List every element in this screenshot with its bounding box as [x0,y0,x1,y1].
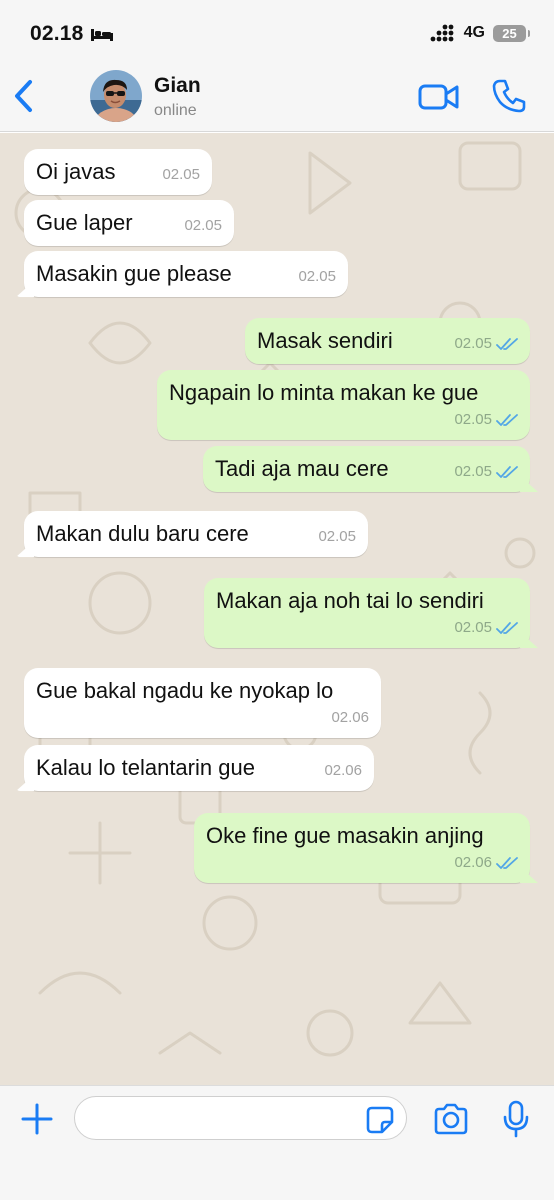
chevron-left-icon [15,80,32,112]
message-time: 02.05 [454,335,492,352]
message-input[interactable] [74,1096,407,1140]
message-meta: 02.05 [454,406,518,434]
message-meta: 02.05 [454,458,518,486]
status-time: 02.18 [30,22,84,45]
message-meta: 02.06 [454,849,518,877]
message-time: 02.05 [162,166,200,183]
message-meta: 02.05 [318,523,356,551]
signal-strength-icon [430,24,454,42]
contact-status: online [154,102,197,119]
camera-icon [434,1103,468,1135]
message-time: 02.05 [454,411,492,428]
message-time: 02.05 [298,268,336,285]
double-check-icon [496,414,518,426]
message-text: Makan aja noh tai lo sendiri [216,588,484,613]
status-time-group: 02.18 [30,22,114,46]
message-time: 02.06 [324,762,362,779]
message-text: Kalau lo telantarin gue [36,755,255,780]
message-time: 02.05 [318,528,356,545]
message-text: Oi javas [36,159,116,184]
back-button[interactable] [10,76,40,116]
outgoing-message-bubble[interactable]: Tadi aja mau cere 02.05 [203,446,530,492]
plus-icon [21,1103,53,1135]
message-meta: 02.06 [324,757,362,785]
incoming-message-bubble[interactable]: Oi javas 02.05 [24,149,212,195]
message-text: Ngapain lo minta makan ke gue [169,380,479,405]
contact-name[interactable]: Gian [154,74,201,98]
sticker-icon [366,1106,394,1134]
status-bar: 02.18 4G 25 [0,0,554,62]
incoming-message-bubble[interactable]: Gue laper 02.05 [24,200,234,246]
message-text: Oke fine gue masakin anjing [206,823,484,848]
message-meta: 02.05 [184,212,222,240]
double-check-icon [496,857,518,869]
double-check-icon [496,622,518,634]
message-text: Tadi aja mau cere [215,456,389,481]
message-text: Masak sendiri [257,328,393,353]
composer-bar [0,1085,554,1200]
message-time: 02.06 [454,854,492,871]
attach-button[interactable] [20,1102,54,1136]
double-check-icon [496,338,518,350]
phone-icon [492,79,526,113]
message-time: 02.05 [454,463,492,480]
message-meta: 02.05 [162,161,200,189]
outgoing-message-bubble[interactable]: Ngapain lo minta makan ke gue 02.05 [157,370,530,440]
voice-message-button[interactable] [502,1100,530,1138]
video-call-button[interactable] [418,80,460,114]
message-time: 02.05 [184,217,222,234]
chat-header: Gian online [0,62,554,132]
incoming-message-bubble[interactable]: Masakin gue please 02.05 [24,251,348,297]
message-list[interactable]: Oi javas 02.05 Gue laper 02.05 Masakin gue p… [0,133,554,1085]
microphone-icon [503,1100,529,1138]
message-meta: 02.06 [331,704,369,732]
incoming-message-bubble[interactable]: Kalau lo telantarin gue 02.06 [24,745,374,791]
double-check-icon [496,466,518,478]
status-indicators: 4G 25 [430,24,530,42]
message-meta: 02.05 [298,263,336,291]
message-text: Makan dulu baru cere [36,521,249,546]
network-type: 4G [463,24,485,41]
message-time: 02.05 [454,619,492,636]
outgoing-message-bubble[interactable]: Masak sendiri 02.05 [245,318,530,364]
camera-button[interactable] [433,1103,469,1135]
voice-call-button[interactable] [492,78,526,114]
battery-indicator: 25 [493,24,530,42]
incoming-message-bubble[interactable]: Makan dulu baru cere 02.05 [24,511,368,557]
message-text: Masakin gue please [36,261,232,286]
outgoing-message-bubble[interactable]: Oke fine gue masakin anjing 02.06 [194,813,530,883]
message-time: 02.06 [331,709,369,726]
sticker-button[interactable] [366,1106,394,1134]
message-meta: 02.05 [454,330,518,358]
message-meta: 02.05 [454,614,518,642]
message-text: Gue bakal ngadu ke nyokap lo [36,678,334,703]
sleep-mode-icon [90,29,113,41]
video-camera-icon [418,84,459,110]
incoming-message-bubble[interactable]: Gue bakal ngadu ke nyokap lo 02.06 [24,668,381,738]
outgoing-message-bubble[interactable]: Makan aja noh tai lo sendiri 02.05 [204,578,530,648]
avatar[interactable] [90,70,142,122]
message-text: Gue laper [36,210,133,235]
